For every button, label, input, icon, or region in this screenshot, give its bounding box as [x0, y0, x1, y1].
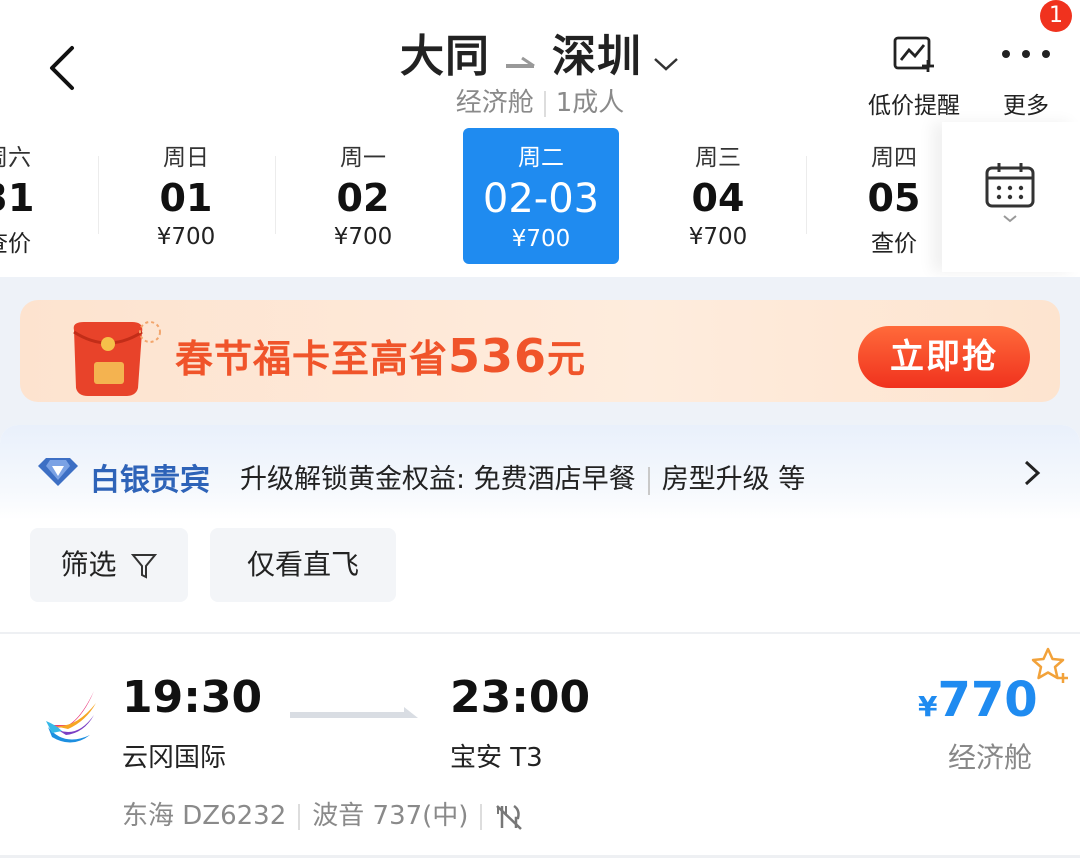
funnel-icon	[131, 554, 158, 579]
price-value: 770	[937, 672, 1038, 728]
date-item[interactable]: 周三 04 ¥700	[640, 128, 796, 264]
date-selector: 周六 31 查价 周日 01 ¥700 周一 02 ¥700 周二 02-03 …	[0, 122, 1080, 277]
calendar-button[interactable]	[942, 122, 1080, 272]
date-price: ¥700	[511, 226, 571, 252]
price-alert-button[interactable]: 低价提醒	[862, 34, 966, 120]
chevron-right-icon[interactable]	[1020, 458, 1044, 488]
red-envelope-icon	[73, 321, 161, 396]
promo-prefix: 春节福卡至高省	[175, 337, 449, 381]
notification-badge: 1	[1040, 0, 1072, 32]
date-price: 查价	[0, 231, 31, 257]
date-item[interactable]: 周日 01 ¥700	[108, 128, 264, 264]
top-nav-bar: 大同 深圳 经济舱 1成人 低价提醒 更多 1	[0, 0, 1080, 122]
origin-city: 大同	[400, 31, 490, 82]
currency-symbol: ¥	[918, 690, 938, 723]
diamond-icon	[38, 458, 78, 486]
filter-label: 筛选	[60, 548, 117, 581]
date-item[interactable]: 周六 31 查价	[0, 128, 86, 264]
vip-level: 白银贵宾	[90, 463, 210, 498]
vip-benefits: 升级解锁黄金权益: 免费酒店早餐 房型升级 等	[240, 457, 805, 496]
date-item[interactable]: 周一 02 ¥700	[285, 128, 441, 264]
flight-cabin: 经济舱	[948, 741, 1033, 774]
cabin-class: 经济舱	[455, 88, 534, 118]
aircraft-type: 波音 737(中)	[312, 801, 469, 831]
chevron-down-icon	[652, 34, 680, 85]
promo-unit: 元	[547, 337, 587, 381]
date-price: ¥700	[688, 224, 748, 250]
promo-banner[interactable]: 春节福卡至高省536元 立即抢	[20, 300, 1060, 402]
divider	[647, 466, 650, 495]
departure-airport: 云冈国际	[122, 743, 227, 773]
date-price: ¥700	[156, 224, 216, 250]
vip-benefit-2: 房型升级 等	[661, 464, 806, 495]
arrival-airport: 宝安 T3	[450, 743, 543, 773]
day-label: 04	[691, 176, 745, 220]
arrival-time: 23:00	[450, 672, 591, 723]
direct-only-toggle[interactable]: 仅看直飞	[210, 528, 396, 602]
weekday-label: 周一	[340, 145, 386, 171]
date-price: ¥700	[333, 224, 393, 250]
flight-price: ¥770	[918, 672, 1038, 728]
divider	[806, 156, 807, 234]
vip-benefit-1: 升级解锁黄金权益: 免费酒店早餐	[240, 464, 636, 495]
weekday-label: 周三	[695, 145, 741, 171]
airline-flight-number: 东海 DZ6232	[122, 801, 287, 831]
weekday-label: 周日	[163, 145, 209, 171]
calendar-icon	[985, 163, 1035, 223]
day-label: 02-03	[482, 176, 600, 222]
no-meal-icon	[496, 804, 523, 830]
day-label: 01	[159, 176, 213, 220]
promo-amount: 536	[448, 329, 548, 383]
price-chart-icon	[862, 34, 966, 80]
passenger-count: 1成人	[555, 88, 625, 118]
filter-button[interactable]: 筛选	[30, 528, 188, 602]
grab-now-button[interactable]: 立即抢	[858, 326, 1030, 388]
flight-meta: 东海 DZ6232 波音 737(中)	[122, 795, 524, 832]
airline-logo-icon	[46, 691, 96, 743]
more-label: 更多	[1003, 93, 1049, 119]
weekday-label: 周六	[0, 145, 31, 171]
flight-duration-arrow-icon	[290, 707, 418, 718]
more-dots-icon	[994, 34, 1058, 80]
route-arrow-icon	[504, 34, 538, 85]
day-label: 02	[336, 176, 390, 220]
more-button[interactable]: 更多	[994, 34, 1058, 120]
destination-city: 深圳	[552, 31, 642, 82]
divider	[480, 803, 483, 830]
price-alert-label: 低价提醒	[868, 93, 960, 119]
promo-text: 春节福卡至高省536元	[175, 328, 586, 383]
divider	[98, 156, 99, 234]
divider	[543, 90, 546, 117]
day-label: 31	[0, 176, 35, 220]
departure-time: 19:30	[122, 672, 263, 723]
divider	[275, 156, 276, 234]
weekday-label: 周二	[518, 145, 564, 171]
date-item-selected[interactable]: 周二 02-03 ¥700	[463, 128, 619, 264]
divider	[298, 803, 301, 830]
